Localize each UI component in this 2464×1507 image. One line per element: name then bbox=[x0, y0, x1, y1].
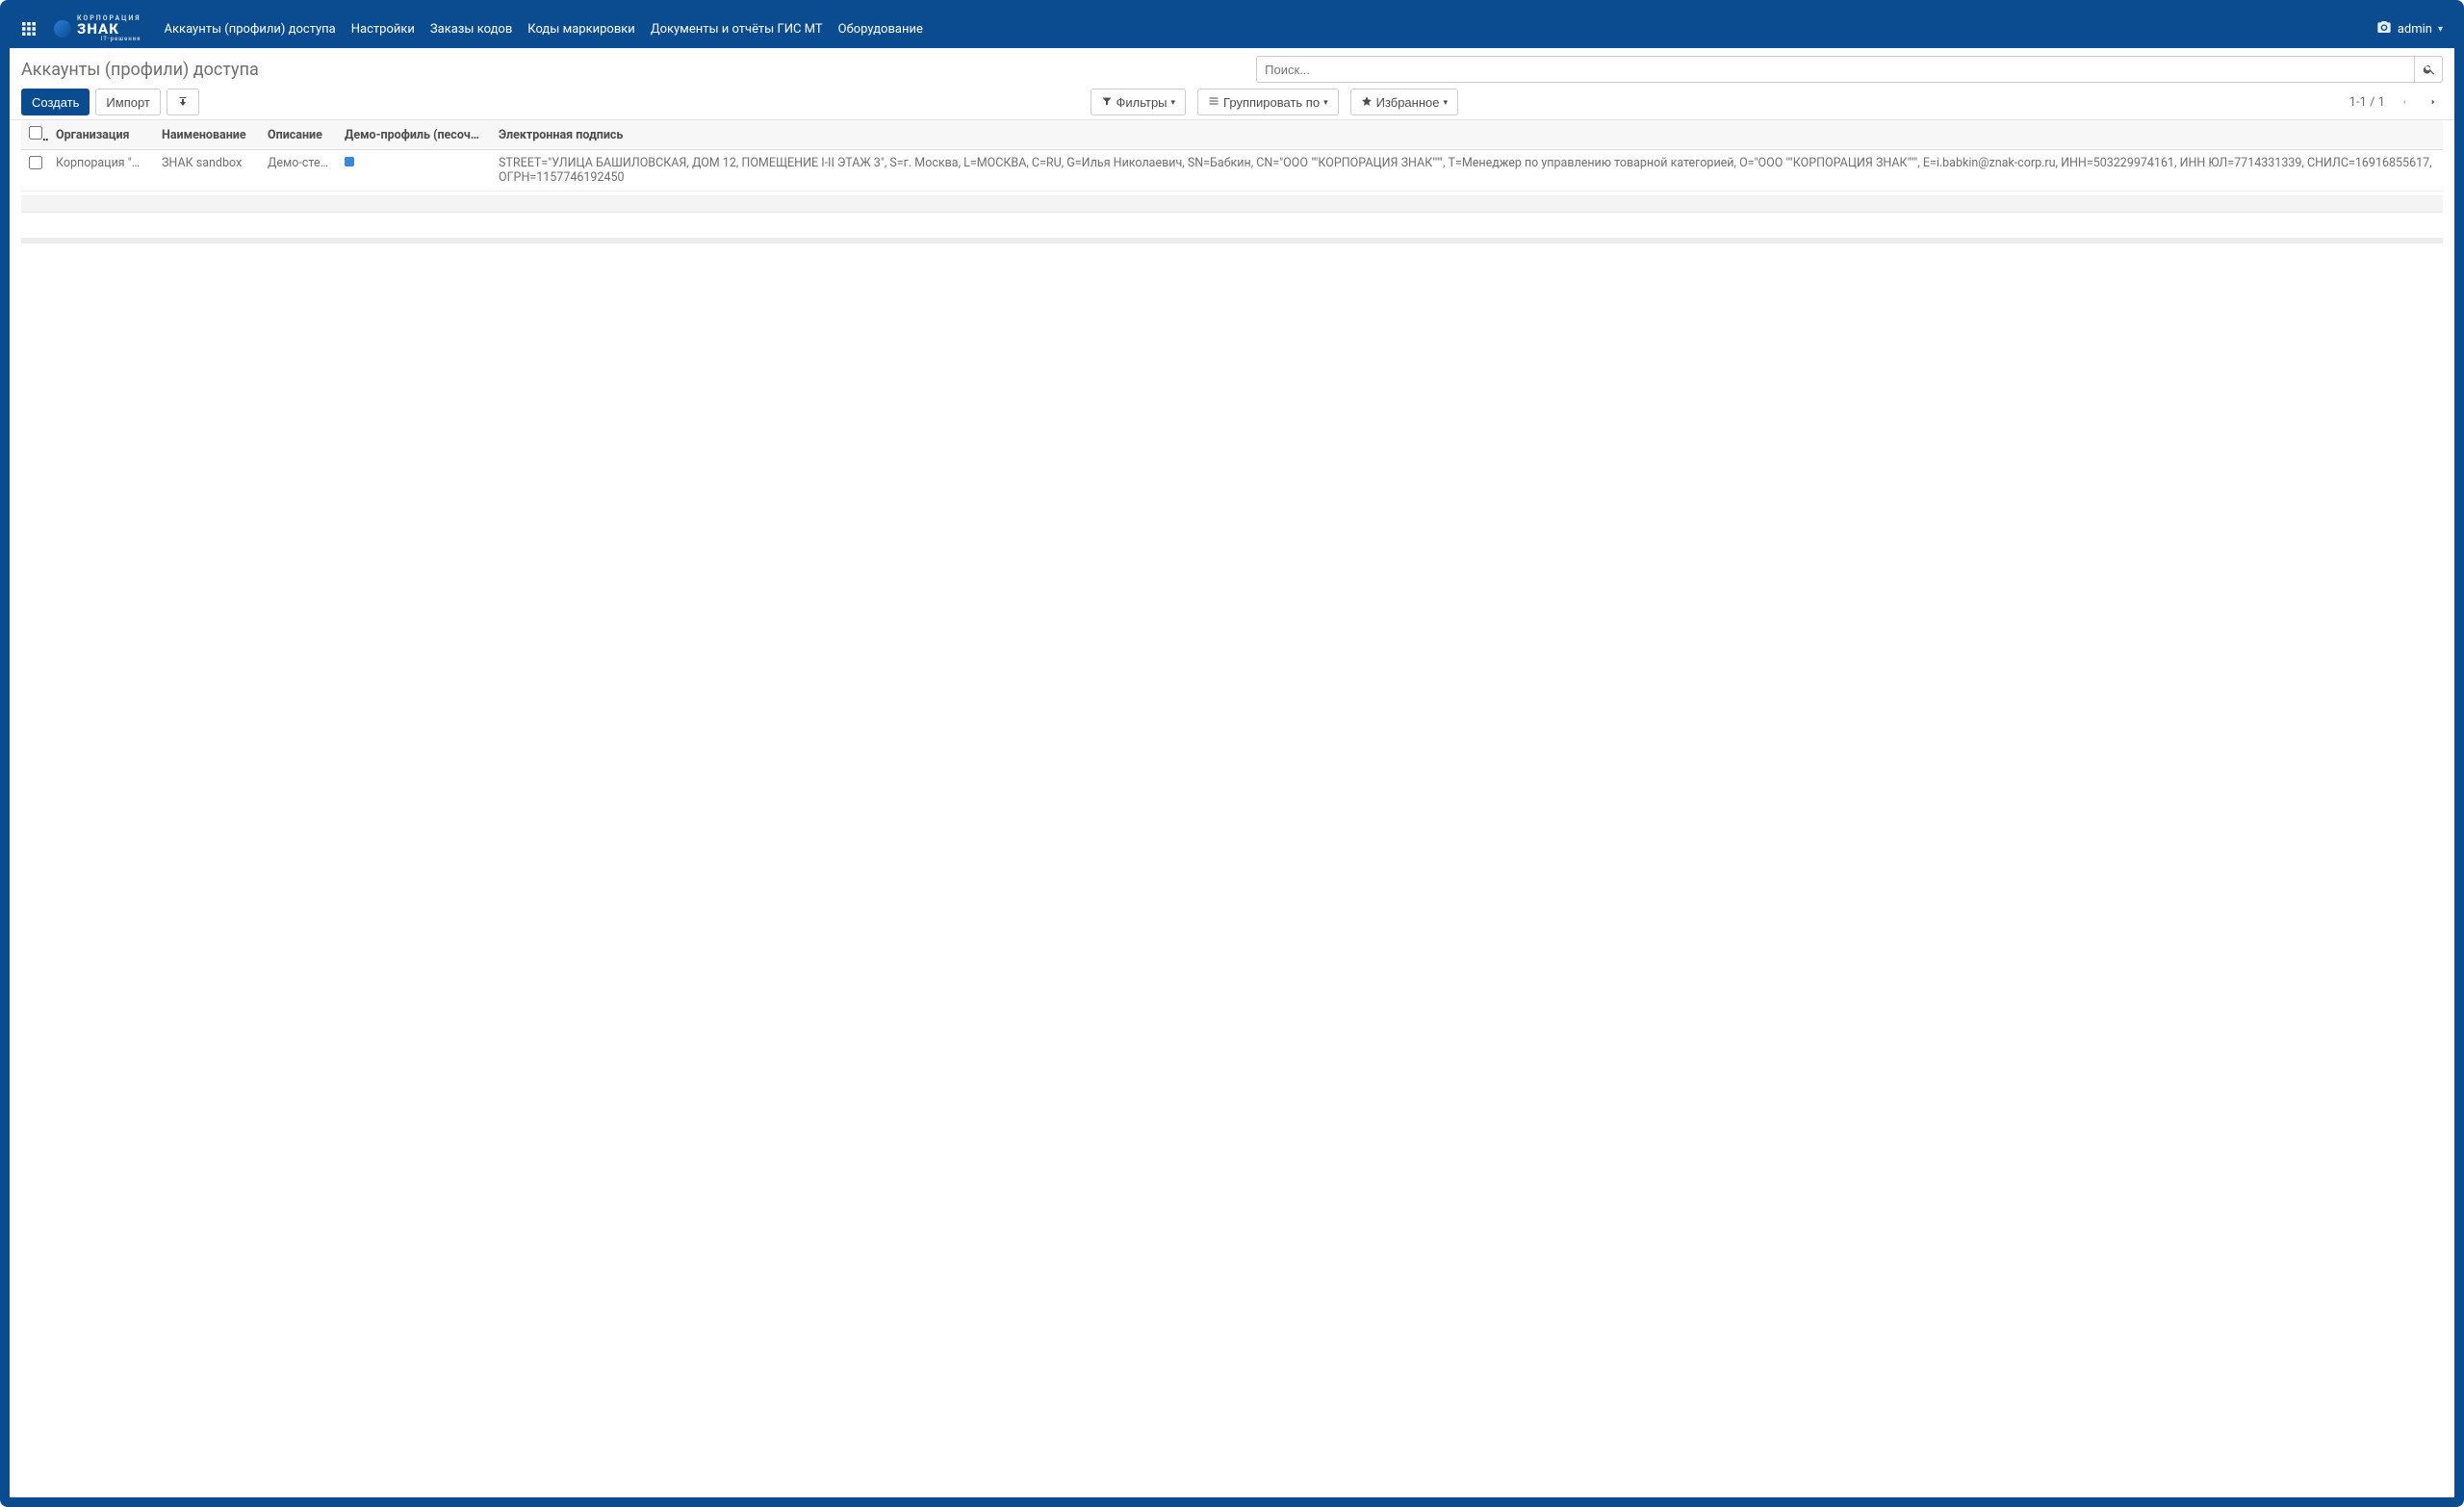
nav-item-settings[interactable]: Настройки bbox=[351, 22, 415, 37]
favorites-button[interactable]: Избранное ▾ bbox=[1350, 89, 1458, 115]
brand-logo[interactable]: КОРПОРАЦИЯ ЗНАК IT-решения bbox=[54, 15, 141, 42]
col-demo[interactable]: Демо-профиль (песочница... bbox=[337, 120, 491, 150]
nav-item-code-orders[interactable]: Заказы кодов bbox=[430, 22, 512, 37]
demo-checked-icon bbox=[345, 157, 354, 166]
cell-desc: Демо-стенд bbox=[260, 150, 337, 192]
cell-name: ЗНАК sandbox bbox=[154, 150, 260, 192]
pager-range: 1-1 / 1 bbox=[2349, 95, 2385, 110]
import-button[interactable]: Импорт bbox=[95, 89, 160, 115]
pager-next[interactable] bbox=[2424, 92, 2443, 112]
search-input[interactable] bbox=[1256, 56, 2443, 83]
filters-button[interactable]: Фильтры ▾ bbox=[1091, 89, 1187, 115]
group-by-label: Группировать по bbox=[1223, 95, 1320, 110]
user-menu[interactable]: admin ▾ bbox=[2376, 19, 2443, 38]
nav-item-accounts[interactable]: Аккаунты (профили) доступа bbox=[165, 22, 336, 37]
navbar: КОРПОРАЦИЯ ЗНАК IT-решения Аккаунты (про… bbox=[10, 10, 2454, 48]
page-title: Аккаунты (профили) доступа bbox=[21, 60, 259, 80]
col-org[interactable]: Организация bbox=[48, 120, 154, 150]
group-by-button[interactable]: Группировать по ▾ bbox=[1197, 89, 1339, 115]
chevron-down-icon: ▾ bbox=[1323, 97, 1328, 108]
cell-demo bbox=[337, 150, 491, 192]
brand-badge-icon bbox=[54, 20, 71, 38]
star-icon bbox=[1361, 95, 1373, 110]
nav-item-equipment[interactable]: Оборудование bbox=[838, 22, 923, 37]
chevron-down-icon: ▾ bbox=[1171, 97, 1176, 108]
brand-sub: IT-решения bbox=[77, 37, 141, 42]
nav-item-marking-codes[interactable]: Коды маркировки bbox=[527, 22, 635, 37]
select-all-checkbox[interactable] bbox=[29, 126, 42, 140]
table-row[interactable]: Корпорация "Зн... ЗНАК sandbox Демо-стен… bbox=[21, 150, 2443, 192]
brand-main: ЗНАК bbox=[77, 22, 141, 37]
nav-items: Аккаунты (профили) доступа Настройки Зак… bbox=[165, 22, 2376, 37]
apps-icon[interactable] bbox=[21, 21, 37, 37]
search-icon[interactable] bbox=[2414, 56, 2443, 83]
download-button[interactable] bbox=[167, 89, 199, 115]
chevron-down-icon: ▾ bbox=[1443, 97, 1448, 108]
row-checkbox[interactable] bbox=[29, 156, 42, 169]
list-table: Организация Наименование Описание Демо-п… bbox=[21, 120, 2443, 192]
nav-item-gismt-docs[interactable]: Документы и отчёты ГИС МТ bbox=[651, 22, 823, 37]
camera-icon bbox=[2376, 19, 2392, 38]
brand-small: КОРПОРАЦИЯ bbox=[77, 15, 141, 22]
cell-org: Корпорация "Зн... bbox=[48, 150, 154, 192]
col-sig[interactable]: Электронная подпись bbox=[491, 120, 2443, 150]
search-wrap bbox=[1256, 56, 2443, 83]
col-name[interactable]: Наименование bbox=[154, 120, 260, 150]
user-name: admin bbox=[2398, 22, 2432, 37]
create-button-label: Создать bbox=[32, 95, 79, 110]
filter-icon bbox=[1101, 95, 1113, 110]
pager: 1-1 / 1 bbox=[2349, 92, 2443, 112]
import-button-label: Импорт bbox=[106, 95, 149, 110]
chevron-down-icon: ▾ bbox=[2438, 24, 2443, 35]
pager-prev[interactable] bbox=[2395, 92, 2414, 112]
download-icon bbox=[177, 95, 189, 110]
table-wrap: Организация Наименование Описание Демо-п… bbox=[10, 120, 2454, 243]
list-icon bbox=[1208, 95, 1219, 110]
table-footer-bands bbox=[21, 195, 2443, 243]
control-bar: Аккаунты (профили) доступа Создать Импор… bbox=[10, 48, 2454, 120]
favorites-label: Избранное bbox=[1376, 95, 1440, 110]
col-desc[interactable]: Описание bbox=[260, 120, 337, 150]
create-button[interactable]: Создать bbox=[21, 89, 90, 115]
cell-sig: STREET="УЛИЦА БАШИЛОВСКАЯ, ДОМ 12, ПОМЕЩ… bbox=[491, 150, 2443, 192]
table-header-row: Организация Наименование Описание Демо-п… bbox=[21, 120, 2443, 150]
filters-label: Фильтры bbox=[1116, 95, 1168, 110]
